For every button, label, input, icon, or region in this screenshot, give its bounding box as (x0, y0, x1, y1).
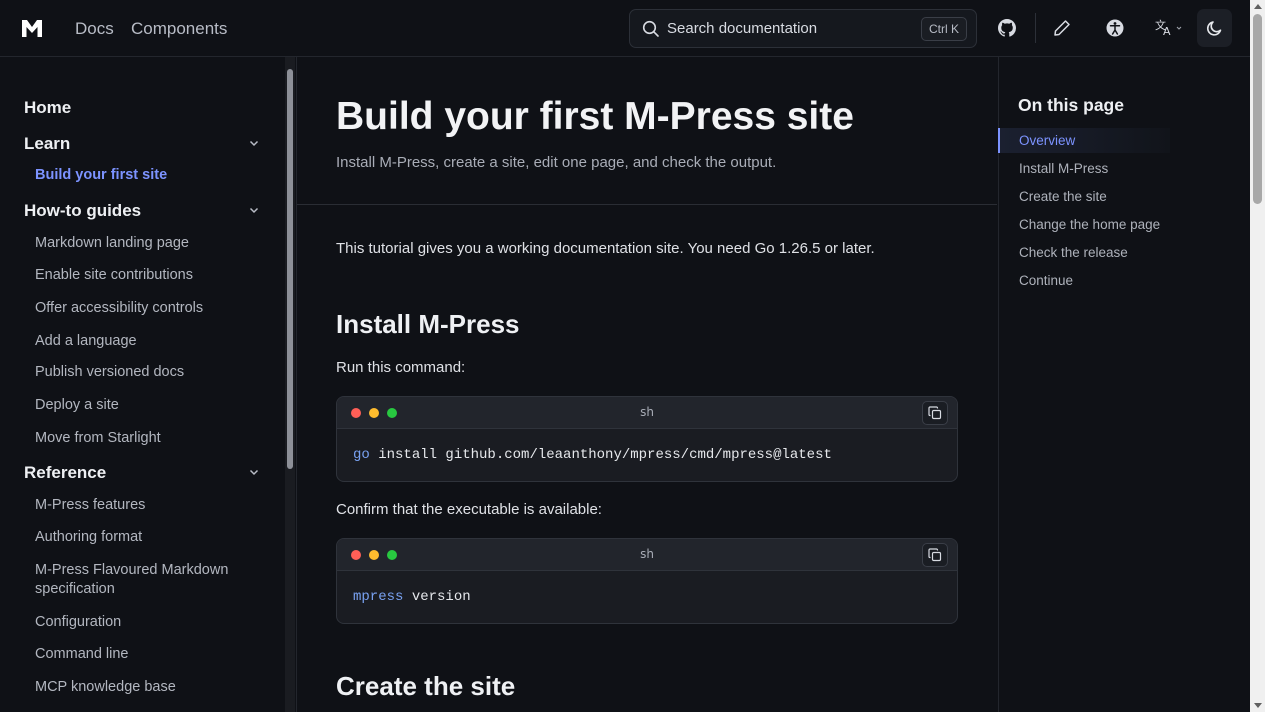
confirm-text: Confirm that the executable is available… (336, 501, 602, 518)
pencil-icon (1054, 20, 1070, 36)
title-divider (297, 204, 997, 205)
code-line: go install github.com/leaanthony/mpress/… (353, 447, 832, 463)
code-command: go (353, 447, 370, 463)
sidebar-nav: Home Learn Build your first site How-to … (0, 57, 285, 712)
sidebar-item-mcp[interactable]: MCP knowledge base (35, 679, 176, 695)
toc-item-install[interactable]: Install M-Press (1019, 161, 1108, 176)
toc-item-home-page[interactable]: Change the home page (1019, 217, 1160, 232)
sidebar-group-how-to[interactable]: How-to guides (24, 201, 141, 221)
chevron-down-icon[interactable] (248, 466, 260, 478)
code-block-version: sh mpress version (336, 538, 958, 624)
toc-item-release[interactable]: Check the release (1019, 245, 1128, 260)
nav-components[interactable]: Components (131, 19, 227, 39)
sidebar-scrollbar[interactable] (285, 57, 295, 712)
scroll-up-arrow[interactable] (1254, 4, 1262, 9)
sidebar-item-home[interactable]: Home (24, 98, 71, 118)
top-header: Docs Components Search documentation Ctr… (0, 0, 1250, 57)
page-scrollbar[interactable] (1250, 0, 1265, 712)
search-shortcut: Ctrl K (921, 17, 967, 41)
toc-active-indicator (998, 128, 1000, 153)
section-install-heading: Install M-Press (336, 309, 520, 339)
page-title: Build your first M-Press site (336, 95, 854, 138)
intro-paragraph: This tutorial gives you a working docume… (336, 240, 875, 257)
sidebar-item-language[interactable]: Add a language (35, 333, 137, 349)
sidebar-item-command-line[interactable]: Command line (35, 646, 129, 662)
accessibility-button[interactable] (1102, 15, 1128, 41)
main-content: Build your first M-Press site Install M-… (297, 57, 997, 712)
sidebar-group-learn[interactable]: Learn (24, 134, 70, 154)
github-icon (998, 19, 1016, 37)
scroll-down-arrow[interactable] (1254, 703, 1262, 708)
code-block-header: sh (337, 539, 957, 571)
theme-toggle-button[interactable] (1197, 9, 1232, 47)
nav-docs[interactable]: Docs (75, 19, 114, 39)
sidebar-item-accessibility[interactable]: Offer accessibility controls (35, 300, 203, 316)
sidebar-item-features[interactable]: M-Press features (35, 497, 145, 513)
language-button[interactable]: 文 A (1152, 15, 1186, 41)
chevron-down-icon[interactable] (248, 204, 260, 216)
toc-item-overview[interactable]: Overview (1019, 133, 1075, 148)
search-icon (642, 20, 659, 37)
sidebar-scrollbar-thumb[interactable] (287, 69, 293, 469)
run-command-text: Run this command: (336, 359, 466, 376)
copy-button[interactable] (922, 543, 948, 567)
mpress-logo-icon[interactable] (21, 18, 43, 38)
sidebar-item-build-first-site[interactable]: Build your first site (35, 167, 167, 183)
sidebar-item-versioned[interactable]: Publish versioned docs (35, 364, 184, 380)
copy-icon (928, 406, 942, 420)
code-args: version (403, 589, 471, 605)
copy-button[interactable] (922, 401, 948, 425)
search-placeholder: Search documentation (667, 20, 818, 37)
github-button[interactable] (994, 15, 1020, 41)
chevron-down-icon[interactable] (248, 137, 260, 149)
code-line: mpress version (353, 589, 471, 605)
code-lang-label: sh (640, 547, 654, 561)
sidebar-item-flavoured-markdown-line2[interactable]: specification (35, 581, 115, 597)
sidebar-item-starlight[interactable]: Move from Starlight (35, 430, 161, 446)
page-scrollbar-thumb[interactable] (1253, 14, 1262, 204)
translate-icon: 文 A (1155, 18, 1182, 38)
code-block-install: sh go install github.com/leaanthony/mpre… (336, 396, 958, 482)
code-args: install github.com/leaanthony/mpress/cmd… (369, 447, 832, 463)
sidebar-item-configuration[interactable]: Configuration (35, 614, 121, 630)
toc-item-create[interactable]: Create the site (1019, 189, 1107, 204)
search-box[interactable]: Search documentation Ctrl K (629, 9, 977, 48)
sidebar-group-reference[interactable]: Reference (24, 463, 106, 483)
code-lang-label: sh (640, 405, 654, 419)
section-create-heading: Create the site (336, 671, 516, 701)
sidebar-item-deploy[interactable]: Deploy a site (35, 397, 119, 413)
header-separator (1035, 13, 1036, 43)
accessibility-icon (1106, 19, 1124, 37)
copy-icon (928, 548, 942, 562)
sidebar-item-flavoured-markdown[interactable]: M-Press Flavoured Markdown (35, 562, 228, 578)
table-of-contents: On this page Overview Install M-Press Cr… (998, 57, 1250, 712)
toc-item-continue[interactable]: Continue (1019, 273, 1073, 288)
toc-title: On this page (1018, 95, 1124, 115)
edit-page-button[interactable] (1049, 15, 1075, 41)
code-block-header: sh (337, 397, 957, 429)
moon-icon (1206, 21, 1221, 36)
svg-text:A: A (1163, 25, 1171, 38)
page-subtitle: Install M-Press, create a site, edit one… (336, 154, 777, 171)
sidebar-item-authoring[interactable]: Authoring format (35, 529, 142, 545)
sidebar-item-contributions[interactable]: Enable site contributions (35, 267, 193, 283)
code-command: mpress (353, 589, 404, 605)
sidebar-item-markdown-landing[interactable]: Markdown landing page (35, 235, 189, 251)
